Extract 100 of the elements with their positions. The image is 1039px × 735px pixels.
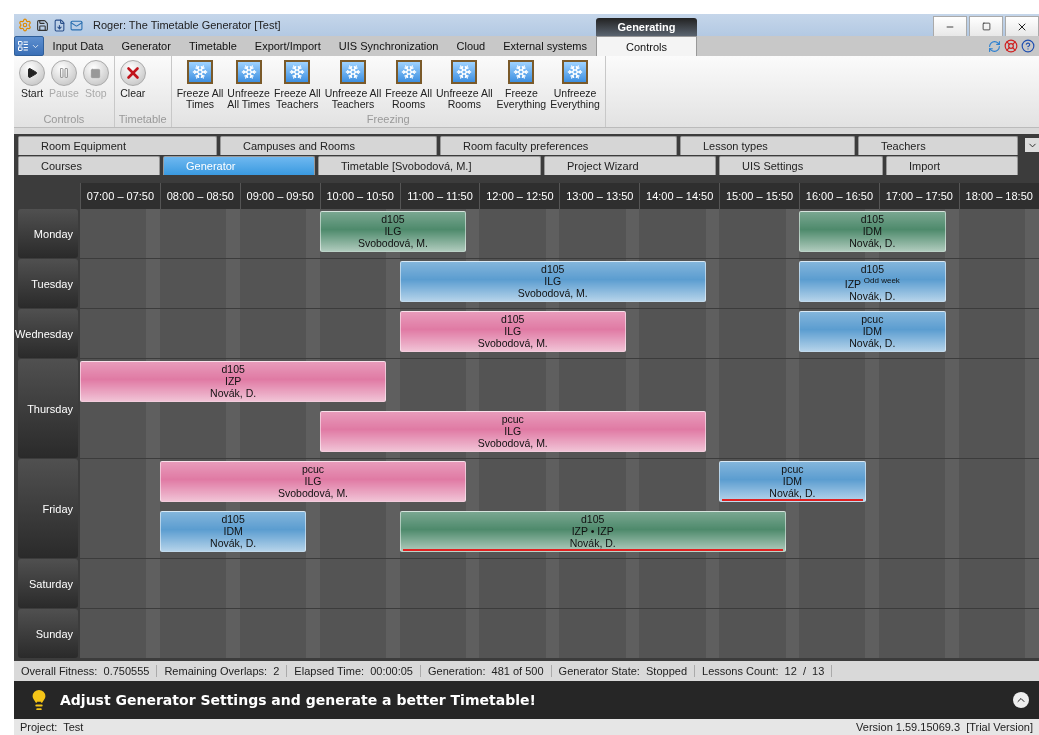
group-caption: Timetable [118, 113, 167, 127]
lesson-block[interactable]: d105 ILG Svobodová, M. [399, 311, 626, 352]
teacher-text: Novák, D. [849, 337, 896, 349]
hour-header: 10:00 – 10:50 [319, 183, 400, 209]
group-caption: Freezing [365, 113, 411, 127]
ribbon-button[interactable]: Clear [118, 58, 147, 113]
ribbon-tab[interactable]: External systems [494, 36, 596, 56]
ribbon-tab[interactable]: UIS Synchronization [329, 36, 448, 56]
lesson-block[interactable]: d105 IZP • IZP Novák, D. [399, 511, 786, 552]
document-icon[interactable] [53, 18, 66, 32]
document-tab[interactable]: Import [886, 156, 1018, 175]
lesson-block[interactable]: d105 IZP $^{Odd week}$ Novák, D. [799, 261, 946, 302]
minimize-button[interactable] [933, 16, 967, 36]
project-label: Project: Test [20, 721, 84, 733]
collapse-button[interactable] [1013, 692, 1029, 708]
hour-header: 14:00 – 14:50 [639, 183, 720, 209]
dropdown-button[interactable] [1025, 138, 1039, 152]
room-text: pcuc [501, 413, 524, 425]
ribbon-button[interactable]: Freeze All Times [175, 58, 225, 113]
ribbon-tab[interactable]: Generator [112, 36, 180, 56]
course-text: ILG [544, 275, 562, 287]
save-icon[interactable] [36, 18, 49, 32]
lifebuoy-icon[interactable] [1004, 39, 1018, 53]
document-tab[interactable]: Timetable [Svobodová, M.] [318, 156, 541, 175]
ribbon-tab[interactable]: Controls [596, 36, 697, 56]
document-tab[interactable]: Teachers [858, 136, 1018, 155]
ribbon-tab[interactable]: Export/Import [245, 36, 330, 56]
day-label: Monday [18, 209, 78, 258]
teacher-text: Novák, D. [849, 289, 896, 302]
ribbon-button[interactable]: Freeze All Teachers [272, 58, 322, 113]
ribbon-button[interactable]: Unfreeze All Times [226, 58, 271, 113]
document-tab[interactable]: UIS Settings [719, 156, 883, 175]
room-text: d105 [860, 213, 884, 225]
snowflake-icon [395, 60, 422, 84]
document-tab[interactable]: Room Equipment [18, 136, 217, 155]
room-text: d105 [501, 313, 525, 325]
mail-icon[interactable] [70, 18, 83, 32]
course-text: IZP [224, 375, 242, 387]
window-title: Roger: The Timetable Generator [Test] [93, 19, 281, 31]
ribbon-button[interactable]: Start [18, 58, 46, 113]
status-item: Generator State: Stopped [551, 665, 695, 677]
snowflake-icon [284, 60, 311, 84]
document-tab[interactable]: Campuses and Rooms [220, 136, 437, 155]
hour-header: 16:00 – 16:50 [799, 183, 879, 209]
teacher-text: Novák, D. [210, 537, 257, 549]
ribbon-tab[interactable]: Cloud [447, 36, 495, 56]
course-text: IDM [862, 325, 882, 337]
lesson-block[interactable]: d105 IDM Novák, D. [799, 211, 946, 252]
maximize-button[interactable] [969, 16, 1003, 36]
document-tab[interactable]: Lesson types [680, 136, 855, 155]
snowflake-icon [235, 60, 262, 84]
lesson-block[interactable]: d105 IDM Novák, D. [159, 511, 307, 552]
course-text: ILG [504, 325, 522, 337]
teacher-text: Novák, D. [849, 237, 896, 249]
lesson-block[interactable]: pcuc ILG Svobodová, M. [159, 461, 467, 502]
hour-header: 13:00 – 13:50 [559, 183, 640, 209]
teacher-text: Svobodová, M. [278, 487, 349, 499]
cross-icon [119, 60, 146, 86]
lesson-block[interactable]: pcuc IDM Novák, D. [719, 461, 866, 502]
ribbon-button[interactable]: Freeze All Rooms [384, 58, 433, 113]
ribbon-button[interactable]: Unfreeze Everything [549, 58, 601, 113]
day-label: Tuesday [18, 259, 78, 308]
teacher-text: Svobodová, M. [477, 337, 548, 349]
teacher-text: Svobodová, M. [477, 437, 548, 449]
course-text: ILG [304, 475, 322, 487]
ribbon-button[interactable]: Unfreeze All Teachers [323, 58, 383, 113]
status-item: Remaining Overlaps: 2 [157, 665, 288, 677]
document-tab[interactable]: Room faculty preferences [440, 136, 677, 155]
lesson-block[interactable]: d105 IZP Novák, D. [80, 361, 387, 402]
list-icon [17, 40, 30, 52]
day-label: Thursday [18, 359, 78, 458]
ribbon-tab[interactable]: Timetable [179, 36, 246, 56]
document-tab[interactable]: Courses [18, 156, 160, 175]
lesson-block[interactable]: pcuc ILG Svobodová, M. [319, 411, 706, 452]
course-text: IZP • IZP [571, 525, 614, 537]
room-text: d105 [221, 513, 245, 525]
help-icon[interactable] [1021, 39, 1035, 53]
lesson-block[interactable]: pcuc IDM Novák, D. [799, 311, 946, 352]
snowflake-icon [562, 60, 588, 84]
app-menu-button[interactable] [14, 36, 44, 56]
lesson-block[interactable]: d105 ILG Svobodová, M. [319, 211, 467, 252]
snowflake-icon [187, 60, 213, 84]
teacher-text: Novák, D. [769, 487, 816, 499]
teacher-text: Svobodová, M. [357, 237, 428, 249]
close-button[interactable] [1005, 16, 1039, 36]
room-text: pcuc [301, 463, 325, 475]
hour-header: 09:00 – 09:50 [239, 183, 320, 209]
ribbon-button[interactable]: Unfreeze All Rooms [434, 58, 494, 113]
day-label: Sunday [18, 609, 78, 658]
course-text: IZP $^{Odd week}$ [844, 275, 900, 290]
ribbon-tab[interactable]: Input Data [43, 36, 113, 56]
ribbon-button[interactable]: Freeze Everything [495, 58, 548, 113]
hour-header: 17:00 – 17:50 [878, 183, 959, 209]
course-text: ILG [504, 425, 522, 437]
refresh-icon[interactable] [988, 39, 1001, 53]
hour-header: 12:00 – 12:50 [479, 183, 560, 209]
lesson-block[interactable]: d105 ILG Svobodová, M. [399, 261, 706, 302]
status-item: Overall Fitness: 0.750555 [14, 665, 158, 677]
document-tab[interactable]: Project Wizard [544, 156, 716, 175]
hour-header: 18:00 – 18:50 [958, 183, 1039, 209]
